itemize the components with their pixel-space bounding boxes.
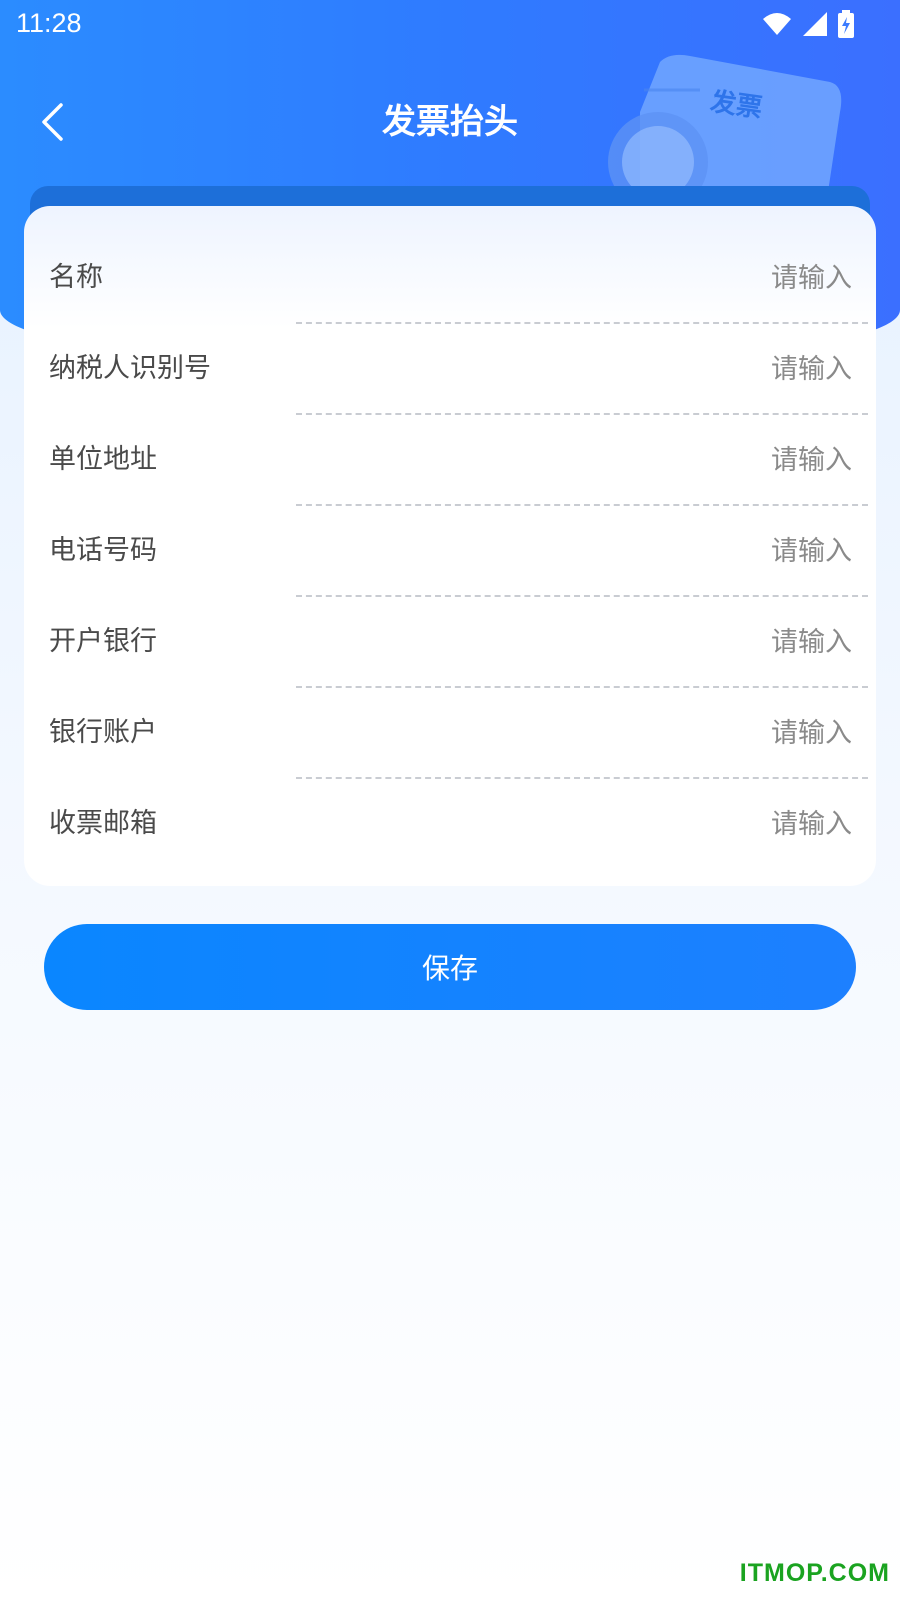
field-label: 单位地址 (49, 444, 157, 475)
phone-input[interactable] (356, 527, 876, 575)
field-label: 名称 (49, 262, 103, 293)
field-label: 收票邮箱 (49, 808, 157, 839)
email-input[interactable] (356, 800, 876, 848)
dashed-divider (296, 413, 868, 415)
form-row-email: 收票邮箱 (24, 782, 876, 874)
cell-signal-icon (803, 12, 827, 36)
page-title: 发票抬头 (382, 102, 518, 142)
name-input[interactable] (356, 254, 876, 302)
dashed-divider (296, 322, 868, 324)
watermark: ITMOP.COM (739, 1559, 890, 1587)
status-bar: 11:28 (0, 0, 900, 50)
taxpayer-id-input[interactable] (356, 345, 876, 393)
dashed-divider (296, 777, 868, 779)
invoice-form-card: 名称 纳税人识别号 单位地址 电话号码 开户银行 银行账户 (24, 186, 876, 886)
bank-account-input[interactable] (356, 709, 876, 757)
form-row-company-address: 单位地址 (24, 418, 876, 510)
wifi-icon (763, 13, 791, 35)
form-row-name: 名称 (24, 236, 876, 328)
form-row-bank: 开户银行 (24, 600, 876, 692)
save-button[interactable]: 保存 (44, 924, 856, 1010)
form-row-bank-account: 银行账户 (24, 691, 876, 783)
status-icons (762, 10, 854, 38)
field-label: 电话号码 (49, 535, 157, 566)
bank-input[interactable] (356, 618, 876, 666)
form-row-taxpayer-id: 纳税人识别号 (24, 327, 876, 419)
battery-charging-icon (838, 10, 854, 38)
field-label: 银行账户 (49, 717, 157, 748)
form-row-phone: 电话号码 (24, 509, 876, 601)
company-address-input[interactable] (356, 436, 876, 484)
dashed-divider (296, 595, 868, 597)
status-time: 11:28 (16, 8, 82, 38)
field-label: 纳税人识别号 (49, 353, 211, 384)
field-label: 开户银行 (49, 626, 157, 657)
dashed-divider (296, 504, 868, 506)
form-card: 名称 纳税人识别号 单位地址 电话号码 开户银行 银行账户 (24, 206, 876, 886)
dashed-divider (296, 686, 868, 688)
